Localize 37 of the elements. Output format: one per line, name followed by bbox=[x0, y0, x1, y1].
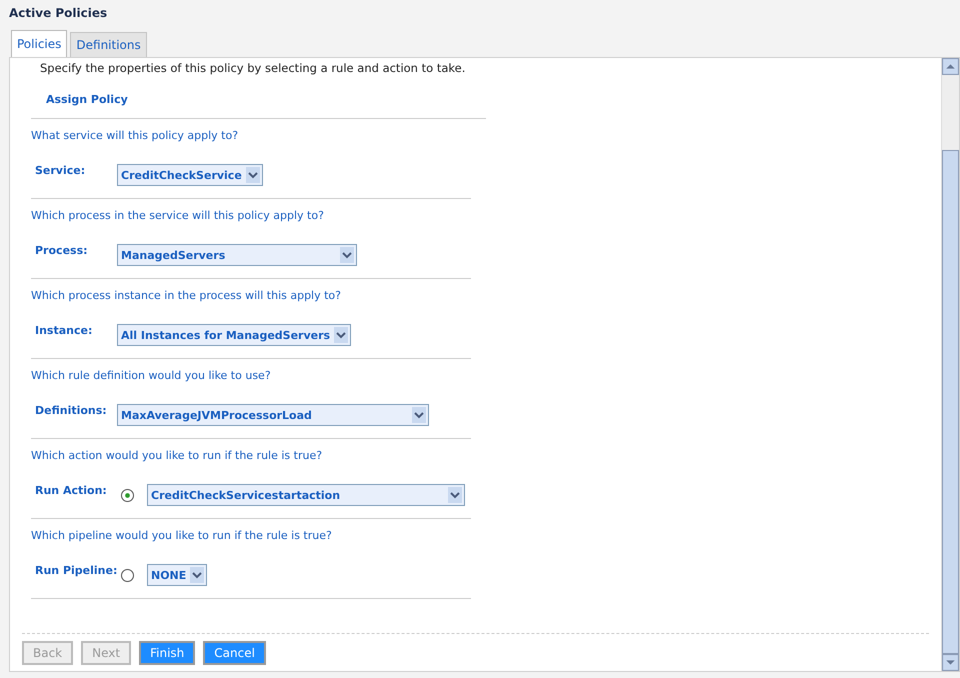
field-label: Process: bbox=[35, 244, 89, 257]
field-label: Instance: bbox=[35, 324, 94, 337]
dropdown[interactable]: CreditCheckServicestartaction bbox=[147, 484, 465, 506]
field-label: Service: bbox=[35, 164, 86, 177]
chevron-down-icon bbox=[340, 247, 354, 263]
dropdown[interactable]: All Instances for ManagedServers bbox=[117, 324, 352, 346]
field-label: Run Action: bbox=[35, 484, 108, 497]
dropdown[interactable]: ManagedServers bbox=[117, 244, 357, 266]
page-title: Active Policies bbox=[9, 6, 108, 22]
chevron-down-icon bbox=[190, 567, 204, 583]
dropdown[interactable]: MaxAverageJVMProcessorLoad bbox=[117, 404, 429, 426]
scroll-thumb[interactable] bbox=[942, 150, 959, 654]
scrollbar[interactable] bbox=[941, 58, 959, 671]
question-text: Which process instance in the process will this apply to? bbox=[31, 289, 342, 304]
scroll-down-icon[interactable] bbox=[942, 654, 959, 671]
question-text: What service will this policy apply to? bbox=[31, 129, 240, 144]
section-heading: Assign Policy bbox=[31, 75, 486, 119]
dropdown[interactable]: CreditCheckService bbox=[117, 164, 263, 186]
chevron-down-icon bbox=[412, 407, 426, 423]
chevron-down-icon bbox=[246, 167, 260, 183]
scroll-up-icon[interactable] bbox=[942, 58, 959, 75]
tab[interactable]: Definitions bbox=[70, 32, 147, 57]
intro-text: Specify the properties of this policy by selecting a rule and action to take. bbox=[39, 60, 466, 75]
wizard-button[interactable]: Cancel bbox=[203, 641, 266, 665]
dropdown[interactable]: NONE bbox=[147, 564, 208, 586]
tab[interactable]: Policies bbox=[11, 30, 68, 57]
radio-button[interactable] bbox=[121, 488, 134, 502]
question-text: Which pipeline would you like to run if the rule is true? bbox=[31, 529, 333, 544]
question-text: Which rule definition would you like to use? bbox=[31, 369, 272, 384]
field-label: Definitions: bbox=[35, 404, 108, 417]
field-label: Run Pipeline: bbox=[35, 564, 117, 577]
chevron-down-icon bbox=[334, 327, 348, 343]
wizard-button[interactable]: Finish bbox=[139, 641, 196, 665]
chevron-down-icon bbox=[448, 487, 462, 503]
question-text: Which action would you like to run if the rule is true? bbox=[31, 449, 324, 464]
radio-button[interactable] bbox=[121, 568, 134, 582]
question-text: Which process in the service will this policy apply to? bbox=[31, 209, 325, 224]
